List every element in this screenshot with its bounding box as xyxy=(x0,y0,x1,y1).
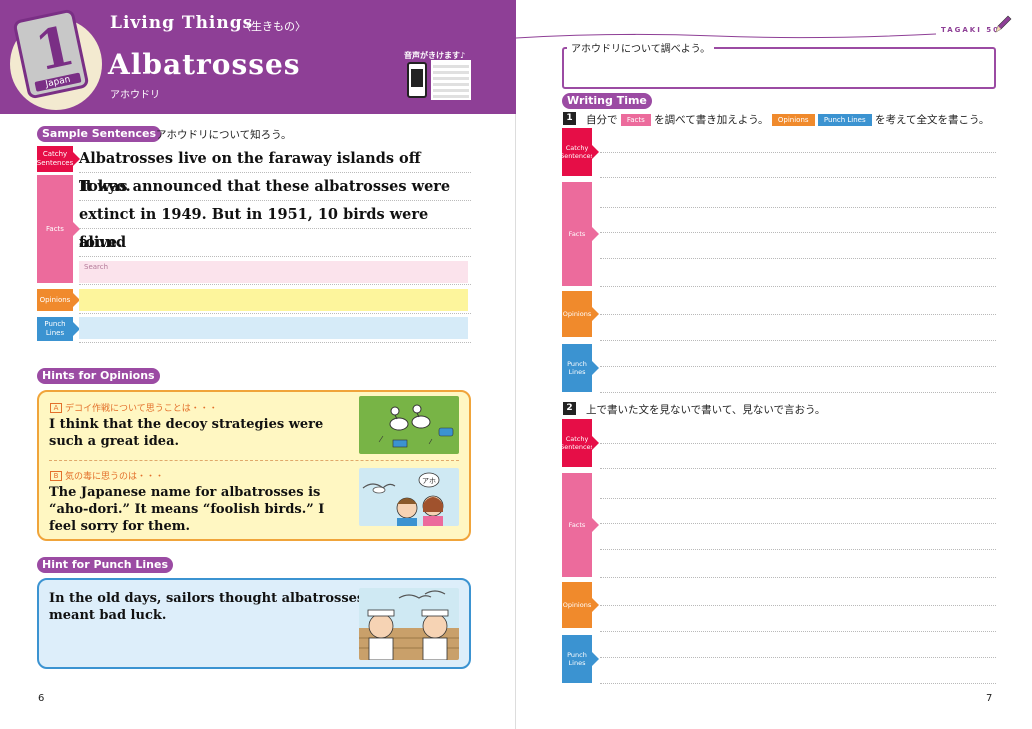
hint-a-prompt: A デコイ作戦について思うことは・・・ xyxy=(50,401,218,414)
write-line[interactable] xyxy=(600,498,996,499)
hints-opinions-label: Hints for Opinions xyxy=(37,368,160,384)
write-2-tag-catchy: Catchy Sentences xyxy=(560,419,594,467)
write-line[interactable] xyxy=(600,605,996,606)
hint-a-prompt-text: デコイ作戦について思うことは・・・ xyxy=(65,404,218,414)
write-line[interactable] xyxy=(600,152,996,153)
write-line[interactable] xyxy=(600,657,996,658)
unit-subject-jp: 〈生きもの〉 xyxy=(240,20,306,33)
hint-b-prompt: B 気の毒に思うのは・・・ xyxy=(50,469,164,482)
children-albatross-illustration: アホ xyxy=(359,468,459,526)
qr-code-icon[interactable] xyxy=(431,60,471,100)
tagaki-label: TAGAKI 50 xyxy=(941,26,1000,34)
unit-subject: Living Things xyxy=(110,13,254,33)
search-placeholder: Search xyxy=(84,263,109,271)
hint-b-text-3: feel sorry for them. xyxy=(49,519,191,534)
write-1-tag-punch: Punch Lines xyxy=(562,344,592,392)
punch-lines-field[interactable] xyxy=(79,317,468,339)
write-line[interactable] xyxy=(600,577,996,578)
write-2-tag-facts: Facts xyxy=(562,473,592,577)
write-1-tag-opinions: Opinions xyxy=(562,291,592,337)
write-line[interactable] xyxy=(600,340,996,341)
write-line[interactable] xyxy=(600,523,996,524)
write-line[interactable] xyxy=(600,314,996,315)
hint-b-letter: B xyxy=(50,471,62,481)
write-line[interactable] xyxy=(600,366,996,367)
step-1-text-c: を考えて全文を書こう。 xyxy=(874,114,990,126)
step-1-number: 1 xyxy=(563,112,576,125)
write-line[interactable] xyxy=(600,258,996,259)
sample-line-4: alive. xyxy=(79,229,471,257)
divider xyxy=(79,284,471,285)
decorative-wave-line xyxy=(516,33,936,39)
decoy-albatross-illustration xyxy=(359,396,459,454)
page-title-jp: アホウドリ xyxy=(110,90,160,101)
step-1-text-a: 自分で xyxy=(586,114,618,126)
sailors-illustration xyxy=(359,588,459,660)
page-number-left: 6 xyxy=(38,693,45,704)
hint-b-text-1: The Japanese name for albatrosses is xyxy=(49,485,321,500)
writing-time-label: Writing Time xyxy=(562,93,652,109)
page-title: Albatrosses xyxy=(108,48,301,81)
write-2-tag-punch: Punch Lines xyxy=(562,635,592,683)
hint-punch-text-2: meant bad luck. xyxy=(49,608,167,623)
step-2-number: 2 xyxy=(563,402,576,415)
tag-punch-lines: Punch Lines xyxy=(37,317,73,341)
hint-punch-lines-box: In the old days, sailors thought albatro… xyxy=(37,578,471,669)
step-1-facts-tag: Facts xyxy=(620,114,651,126)
divider xyxy=(79,313,471,314)
write-line[interactable] xyxy=(600,392,996,393)
page-number-right: 7 xyxy=(986,693,993,704)
tag-opinions: Opinions xyxy=(37,289,73,311)
hints-opinions-box: A デコイ作戦について思うことは・・・ I think that the deco… xyxy=(37,390,471,541)
unit-number: 1 xyxy=(29,12,80,84)
step-1-instruction: 自分で Facts を調べて書き加えよう。 Opinions Punch Lin… xyxy=(586,112,989,127)
hint-punch-lines-label: Hint for Punch Lines xyxy=(37,557,174,573)
step-1-text-b: を調べて書き加えよう。 xyxy=(654,114,769,126)
hint-a-text-2: such a great idea. xyxy=(49,434,180,449)
step-1-punch-tag: Punch Lines xyxy=(817,114,872,126)
unit-header: 1 Japan Living Things 〈生きもの〉 Albatrosses… xyxy=(0,0,516,114)
hint-b-prompt-text: 気の毒に思うのは・・・ xyxy=(65,472,165,482)
speech-bubble-text: アホ xyxy=(422,477,436,485)
write-1-tag-catchy: Catchy Sentences xyxy=(560,128,594,176)
write-line[interactable] xyxy=(600,177,996,178)
research-label: アホウドリについて調べよう。 xyxy=(567,40,715,55)
tag-facts: Facts xyxy=(37,175,73,283)
sample-sentences-label: Sample Sentences xyxy=(37,126,162,142)
tag-catchy-sentences: Catchy Sentences xyxy=(37,146,73,172)
pencil-icon xyxy=(995,15,1012,33)
hint-a-text-1: I think that the decoy strategies were xyxy=(49,417,324,432)
sample-line-2: It was announced that these albatrosses … xyxy=(79,173,471,201)
write-line[interactable] xyxy=(600,443,996,444)
write-line[interactable] xyxy=(600,286,996,287)
tagaki-text: TAGAKI xyxy=(941,26,982,34)
write-line[interactable] xyxy=(600,468,996,469)
write-2-tag-opinions: Opinions xyxy=(562,582,592,628)
divider xyxy=(79,342,471,343)
hint-b-text-2: “aho-dori.” It means “foolish birds.” I xyxy=(49,502,325,517)
write-line[interactable] xyxy=(600,207,996,208)
hint-a-letter: A xyxy=(50,403,62,413)
write-line[interactable] xyxy=(600,683,996,684)
write-1-tag-facts: Facts xyxy=(562,182,592,286)
opinions-field[interactable] xyxy=(79,289,468,311)
left-page: 1 Japan Living Things 〈生きもの〉 Albatrosses… xyxy=(0,0,516,729)
sample-sentences-jp: アホウドリについて知ろう。 xyxy=(156,129,292,141)
sample-line-3: extinct in 1949. But in 1951, 10 birds w… xyxy=(79,201,471,251)
write-line[interactable] xyxy=(600,549,996,550)
step-2-instruction: 上で書いた文を見ないで書いて、見ないで言おう。 xyxy=(586,404,826,416)
facts-search-field[interactable] xyxy=(79,261,468,283)
hint-punch-text-1: In the old days, sailors thought albatro… xyxy=(49,591,365,606)
write-line[interactable] xyxy=(600,631,996,632)
write-line[interactable] xyxy=(600,232,996,233)
sample-line-1: Albatrosses live on the faraway islands … xyxy=(79,145,471,195)
step-1-opinions-tag: Opinions xyxy=(771,114,815,126)
hint-separator xyxy=(49,460,459,461)
phone-icon xyxy=(407,62,427,98)
